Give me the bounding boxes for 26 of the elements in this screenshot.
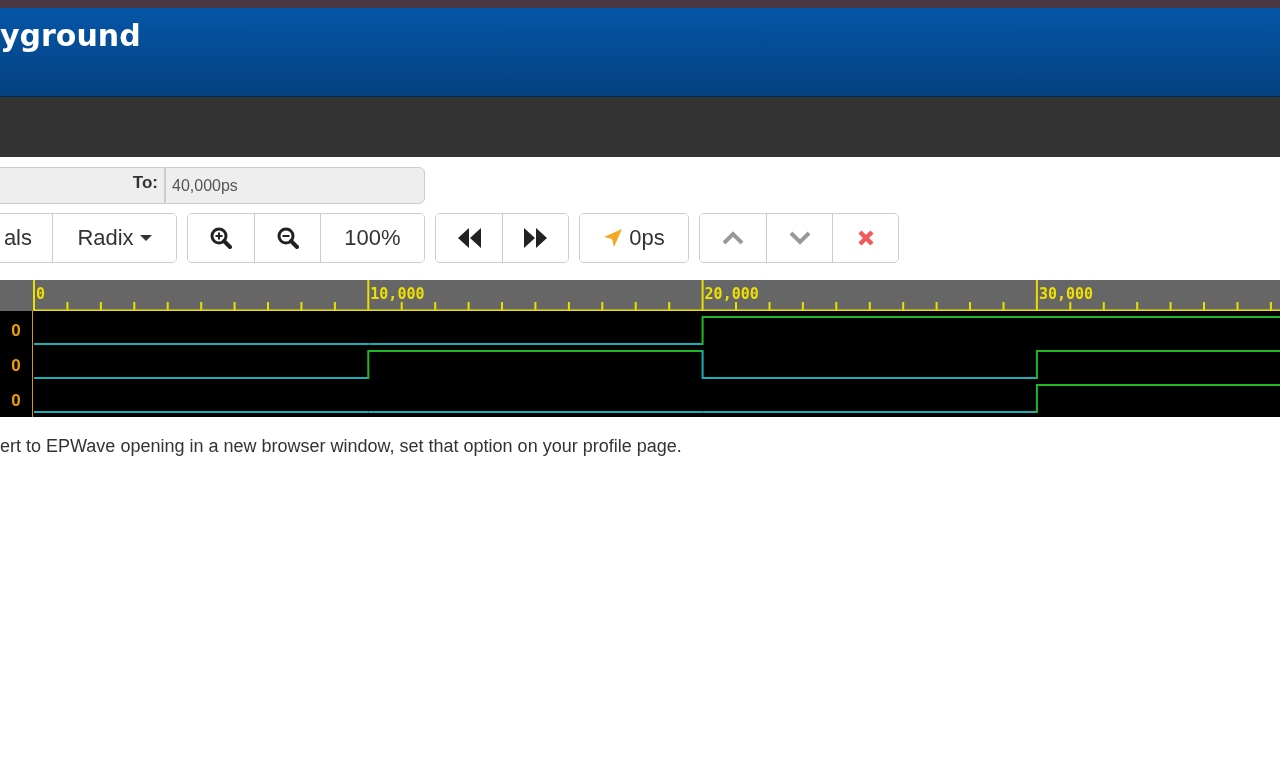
location-arrow-icon <box>603 228 624 248</box>
ruler-label: 20,000 <box>704 285 759 303</box>
caret-icon <box>139 235 152 241</box>
to-time-field[interactable]: 40,000ps <box>165 167 425 204</box>
ruler-label: 10,000 <box>370 285 425 303</box>
zoom-in-icon <box>210 227 232 249</box>
cursor-time-button[interactable]: 0ps <box>580 214 688 262</box>
signal-value: 0 <box>10 319 22 342</box>
ruler-corner <box>0 280 33 311</box>
radix-dropdown[interactable]: Radix <box>52 214 176 262</box>
ruler-label: 30,000 <box>1038 285 1094 303</box>
rewind-icon <box>457 228 481 248</box>
close-button[interactable] <box>832 214 898 262</box>
fast-forward-icon <box>523 228 548 248</box>
ruler-label: 0 <box>36 285 46 303</box>
fast-forward-button[interactable] <box>502 214 568 262</box>
close-icon <box>856 229 875 247</box>
site-title: yground <box>0 17 141 55</box>
signal-value: 0 <box>10 390 22 413</box>
chevron-down-icon <box>788 231 811 245</box>
zoom-out-icon <box>276 227 299 249</box>
info-text: ert to EPWave opening in a new browser window, set that option on your profile page. <box>0 436 683 457</box>
to-label: To: <box>132 173 158 193</box>
chevron-up-icon <box>722 231 744 245</box>
signal-value: 0 <box>10 355 22 377</box>
zoom-level-button[interactable]: 100% <box>320 214 424 262</box>
